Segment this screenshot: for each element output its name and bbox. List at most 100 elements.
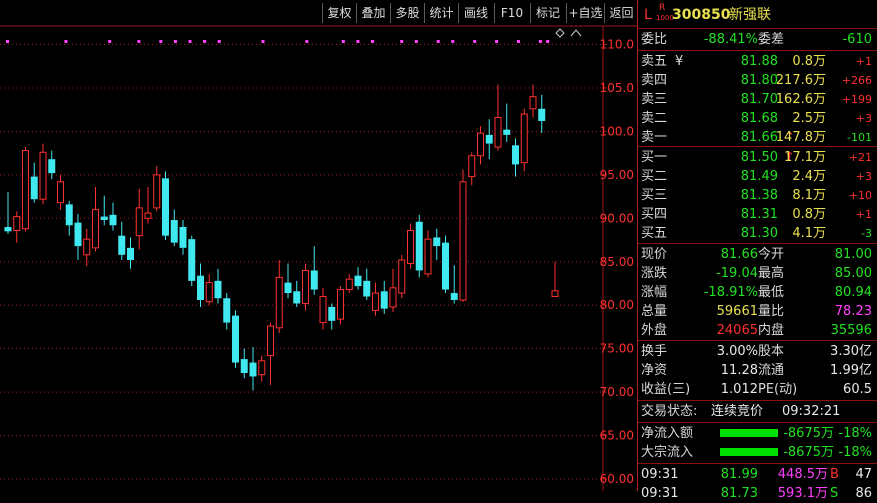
quote-label: 今开: [758, 247, 785, 262]
bid-volume: 17.1万: [784, 150, 826, 165]
fundamental-label: 收益(三): [641, 382, 691, 397]
candle-body: [127, 247, 134, 261]
bid-volume: 8.1万: [792, 188, 826, 203]
ask-label: 卖一: [641, 130, 668, 145]
bid-price: 81.50: [740, 150, 778, 165]
tick-time: 09:31: [641, 467, 679, 482]
bid-row[interactable]: 买一 ↑ 81.50 17.1万 +21: [638, 148, 877, 167]
candle-body: [450, 293, 458, 300]
fundamental-value: 11.28: [720, 363, 758, 378]
candle-body: [529, 96, 537, 110]
quote-value: 78.23: [834, 304, 872, 319]
candle-body: [302, 269, 309, 304]
bid-row[interactable]: 买二 81.49 2.4万 +3: [638, 167, 877, 186]
ask-label: 卖三: [641, 92, 668, 107]
trade-status-time: 09:32:21: [782, 404, 841, 419]
bid-change: -3: [861, 227, 872, 240]
candle-body: [267, 325, 274, 357]
candle-body: [74, 222, 82, 247]
ask-row[interactable]: 卖二 81.68 2.5万 +3: [638, 109, 877, 128]
tick-volume: 448.5万: [777, 467, 828, 482]
candle-body: [372, 292, 379, 311]
flow-value: -8675万: [783, 445, 834, 460]
marker-dot: [473, 40, 477, 43]
ask-label: 卖四: [641, 73, 668, 88]
y-tick-label: 65.00: [600, 429, 634, 443]
bid-label: 买一: [641, 150, 668, 165]
bid-price: 81.30: [740, 226, 778, 241]
flow-value: -8675万: [783, 426, 834, 441]
candle-body: [30, 176, 38, 200]
marker-dot: [371, 40, 374, 43]
bid-price: 81.38: [740, 188, 778, 203]
bid-row[interactable]: 买四 81.31 0.8万 +1: [638, 205, 877, 224]
candle-body: [459, 181, 467, 301]
quote-label: 涨幅: [641, 285, 668, 300]
marker-dot: [203, 40, 207, 43]
flow-label: 大宗流入: [641, 445, 694, 460]
fundamental-row: 收益(三) 1.012 PE(动) 60.5: [638, 380, 877, 399]
chevron-up-icon[interactable]: [570, 29, 582, 37]
ask-volume: 2.5万: [792, 111, 826, 126]
marker-dot: [173, 40, 177, 43]
bid-change: +21: [848, 151, 872, 164]
l2-mark: L: [644, 7, 652, 23]
r-mark: R: [659, 3, 666, 13]
bid-row[interactable]: 买三 81.38 8.1万 +10: [638, 186, 877, 205]
candle-body: [494, 116, 502, 148]
flow-percent: -18%: [838, 445, 872, 460]
quote-label: 涨跌: [641, 266, 668, 281]
candle-body: [83, 238, 91, 256]
candle-body: [179, 226, 187, 248]
bid-label: 买五: [641, 226, 668, 241]
diamond-icon[interactable]: [555, 28, 565, 38]
quote-label: 最高: [758, 266, 785, 281]
marker-dot: [217, 40, 221, 43]
stock-header: L R 1000 300850 新强联: [638, 3, 877, 25]
quote-value: 81.66: [720, 247, 758, 262]
fundamental-value: 60.5: [843, 382, 872, 397]
quote-row: 总量 59661 量比 78.23: [638, 302, 877, 321]
marker-dot: [159, 40, 163, 43]
quote-value: 80.94: [834, 285, 872, 300]
y-tick-label: 100.0: [600, 124, 634, 138]
marker-dot: [400, 40, 404, 43]
ask-row[interactable]: 卖四 81.80 217.6万 +266: [638, 71, 877, 90]
y-tick-label: 60.00: [600, 472, 634, 486]
y-tick-label: 75.00: [600, 342, 634, 356]
candle-body: [223, 298, 231, 323]
candle-body: [65, 204, 73, 226]
trade-status-row: 交易状态: 连续竞价 09:32:21: [638, 402, 877, 421]
bid-price: 81.49: [740, 169, 778, 184]
marker-dot: [64, 40, 68, 43]
fundamental-value: 3.00%: [716, 344, 758, 359]
order-diff-value: -610: [842, 32, 872, 47]
marker-dot: [188, 40, 192, 43]
flow-row: 大宗流入 -8675万 -18%: [638, 443, 877, 462]
ask-label: 卖二: [641, 111, 668, 126]
ask-row[interactable]: 卖五 ¥81.88 0.8万 +1: [638, 52, 877, 71]
candle-body: [100, 216, 108, 221]
quote-label: 最低: [758, 285, 785, 300]
fundamental-label: 股本: [758, 344, 785, 359]
bid-row[interactable]: 买五 81.30 4.1万 -3: [638, 224, 877, 243]
tick-time: 09:31: [641, 486, 679, 501]
candle-body: [389, 287, 397, 308]
ask-price: 81.68: [740, 111, 778, 126]
candle-body: [354, 275, 362, 287]
y-tick-label: 70.00: [600, 385, 634, 399]
candle-body: [485, 134, 493, 144]
marker-dot: [538, 40, 542, 43]
quote-value: -18.91%: [703, 285, 758, 300]
order-ratio-row: 委比 -88.41% 委差 -610: [638, 30, 877, 49]
flow-percent: -18%: [838, 426, 872, 441]
ask-row[interactable]: 卖一 ↑ 81.66 147.8万 -101: [638, 128, 877, 147]
candle-body: [398, 259, 406, 294]
flow-label: 净流入额: [641, 426, 694, 441]
marker-dot: [546, 40, 550, 43]
stock-name: 新强联: [729, 7, 771, 23]
candle-body: [310, 270, 318, 290]
candle-body: [363, 280, 371, 297]
quote-label: 外盘: [641, 323, 668, 338]
ask-row[interactable]: 卖三 81.70 162.6万 +199: [638, 90, 877, 109]
